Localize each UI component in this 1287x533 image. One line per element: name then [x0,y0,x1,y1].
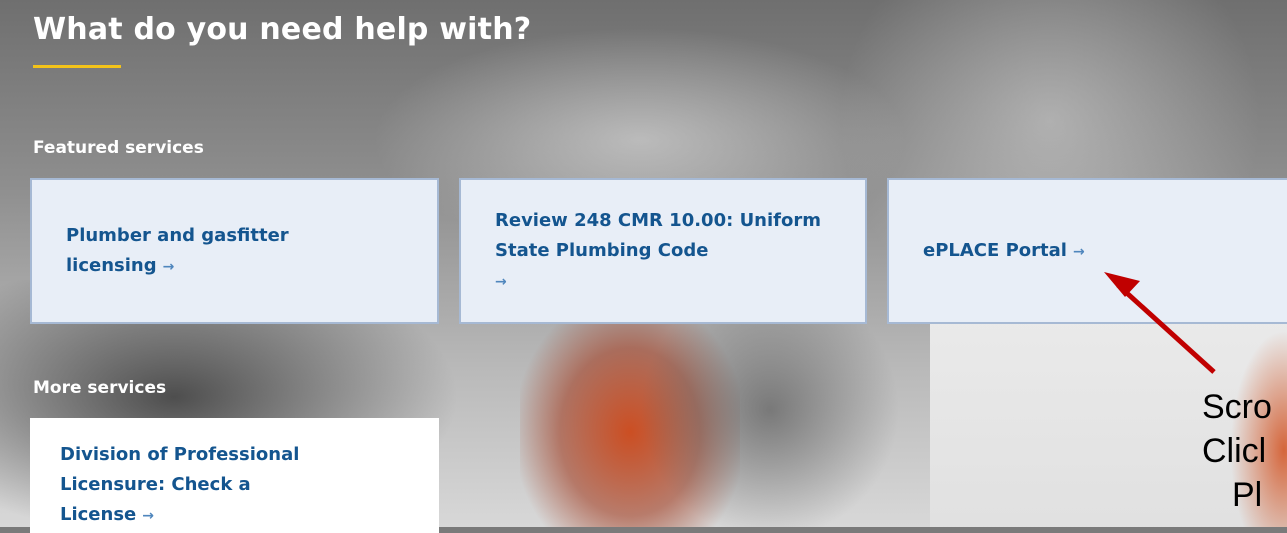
annotation-arrow-shaft [1116,283,1216,374]
annotation-text-line3: Pl [1232,476,1263,514]
annotation-arrow-icon [1104,272,1216,374]
annotation-text-line2: Clicl [1202,432,1267,470]
annotation-arrow-head [1104,272,1140,297]
annotation-text-line1: Scro [1202,388,1272,426]
